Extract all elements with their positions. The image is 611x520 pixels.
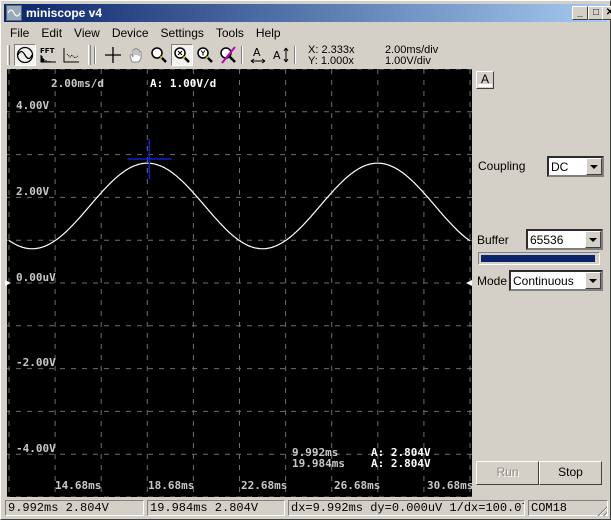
toolbar-separator (94, 46, 96, 64)
ground-marker-right (466, 280, 472, 286)
close-icon: ✕ (605, 7, 611, 18)
zoom-icon (151, 47, 167, 63)
x-label-2: 18.68ms (148, 479, 195, 492)
channel-a-tab-label: A (480, 72, 489, 86)
zoom-tool-button[interactable] (148, 44, 170, 66)
chevron-down-icon[interactable] (585, 272, 601, 289)
xy-mode-button[interactable] (60, 44, 82, 66)
cursor2-time: 19.984ms (292, 457, 345, 470)
y-label-4v: 4.00V (16, 99, 50, 112)
x-label-5: 30.68ms (427, 479, 474, 492)
buffer-progress-fill (481, 255, 596, 262)
run-button[interactable]: Run (476, 461, 539, 485)
buffer-select[interactable]: 65536 (526, 229, 603, 250)
zoom-y-tool-button[interactable] (194, 44, 216, 66)
scope-plot[interactable] (5, 69, 472, 497)
status-delta: dx=9.992ms dy=0.000uV 1/dx=100.078Hz (288, 500, 525, 516)
channel-a-tab[interactable]: A (476, 71, 494, 89)
minimize-button[interactable]: _ (572, 6, 588, 20)
x-label-4: 26.68ms (334, 479, 381, 492)
zoom-x-icon (174, 47, 190, 63)
mode-value: Continuous (513, 274, 574, 288)
title-bar[interactable]: miniscope v4 _ □ ✕ (4, 4, 611, 22)
measure-horizontal-icon: A (250, 46, 266, 64)
toolbar: FFT A A X: 2.333x Y: 1.000x 2.00ms/div 1… (4, 43, 604, 67)
scope-display[interactable]: 2.00ms/d A: 1.00V/d 4.00V 2.00V 0.00uV -… (5, 69, 474, 497)
maximize-icon: □ (592, 7, 600, 18)
app-window: miniscope v4 _ □ ✕ File Edit View Device… (0, 0, 611, 520)
volt-div-readout: 1.00V/div (385, 55, 431, 67)
svg-text:A: A (273, 49, 281, 62)
channel-panel: A Coupling DC Buffer 65536 Mode Continuo… (473, 69, 609, 497)
status-cursor1: 9.992ms 2.804V (5, 500, 144, 516)
fft-mode-button[interactable]: FFT (37, 44, 59, 66)
buffer-label: Buffer (477, 233, 509, 247)
zoom-reset-tool-button[interactable] (217, 44, 239, 66)
cursor-tool-button[interactable] (102, 44, 124, 66)
mode-select[interactable]: Continuous (509, 270, 603, 291)
measure-vertical-icon: A (273, 47, 289, 63)
sine-wave-icon (16, 46, 34, 64)
coupling-value: DC (551, 160, 569, 174)
x-label-1: 14.68ms (55, 479, 102, 492)
buffer-progress-bar (478, 252, 600, 265)
toolbar-grip[interactable] (7, 45, 10, 65)
coupling-label: Coupling (478, 159, 526, 173)
status-cursor2: 19.984ms 2.804V (147, 500, 285, 516)
y-label-0v: 0.00uV (16, 271, 56, 284)
menu-tools[interactable]: Tools (210, 24, 250, 42)
app-icon (6, 5, 22, 21)
stop-button[interactable]: Stop (539, 461, 602, 485)
toolbar-grip-2[interactable] (88, 45, 91, 65)
crosshair-icon (105, 47, 121, 63)
menu-bar: File Edit View Device Settings Tools Hel… (4, 24, 287, 42)
scope-mode-button[interactable] (14, 44, 36, 66)
status-port: COM18 (528, 500, 608, 516)
svg-text:A: A (253, 46, 261, 59)
menu-device[interactable]: Device (106, 24, 155, 42)
mode-label: Mode (477, 274, 508, 288)
channel-scale-label: A: 1.00V/d (150, 77, 217, 90)
menu-help[interactable]: Help (250, 24, 287, 42)
menu-edit[interactable]: Edit (35, 24, 68, 42)
y-label-neg2v: -2.00V (16, 356, 56, 369)
menu-view[interactable]: View (68, 24, 106, 42)
x-label-3: 22.68ms (241, 479, 288, 492)
fft-icon: FFT (40, 47, 56, 63)
y-label-2v: 2.00V (16, 185, 50, 198)
measure-vertical-button[interactable]: A (270, 44, 292, 66)
ground-marker-left (5, 280, 11, 286)
hand-icon (129, 48, 142, 63)
menu-settings[interactable]: Settings (155, 24, 210, 42)
toolbar-separator-2 (241, 46, 243, 64)
status-bar: 9.992ms 2.804V 19.984ms 2.804V dx=9.992m… (4, 499, 608, 517)
minimize-icon: _ (577, 7, 583, 18)
close-button[interactable]: ✕ (602, 6, 611, 20)
zoom-x-tool-button[interactable] (171, 44, 193, 66)
measure-horizontal-button[interactable]: A (247, 44, 269, 66)
zoom-y-icon (197, 47, 213, 63)
toolbar-separator-3 (294, 46, 296, 64)
pan-tool-button[interactable] (125, 44, 147, 66)
window-title: miniscope v4 (26, 6, 103, 20)
y-label-neg4v: -4.00V (16, 442, 56, 455)
zoom-y-readout: Y: 1.000x (308, 55, 354, 67)
coupling-select[interactable]: DC (547, 156, 604, 177)
buffer-value: 65536 (530, 233, 564, 247)
xy-plot-icon (63, 48, 79, 63)
chevron-down-icon[interactable] (585, 231, 601, 248)
cursor2-value: A: 2.804V (371, 457, 431, 470)
chevron-down-icon[interactable] (586, 158, 602, 175)
timebase-label: 2.00ms/d (51, 77, 104, 90)
svg-text:FFT: FFT (40, 47, 55, 55)
zoom-reset-icon (220, 46, 236, 64)
menu-file[interactable]: File (4, 24, 35, 42)
